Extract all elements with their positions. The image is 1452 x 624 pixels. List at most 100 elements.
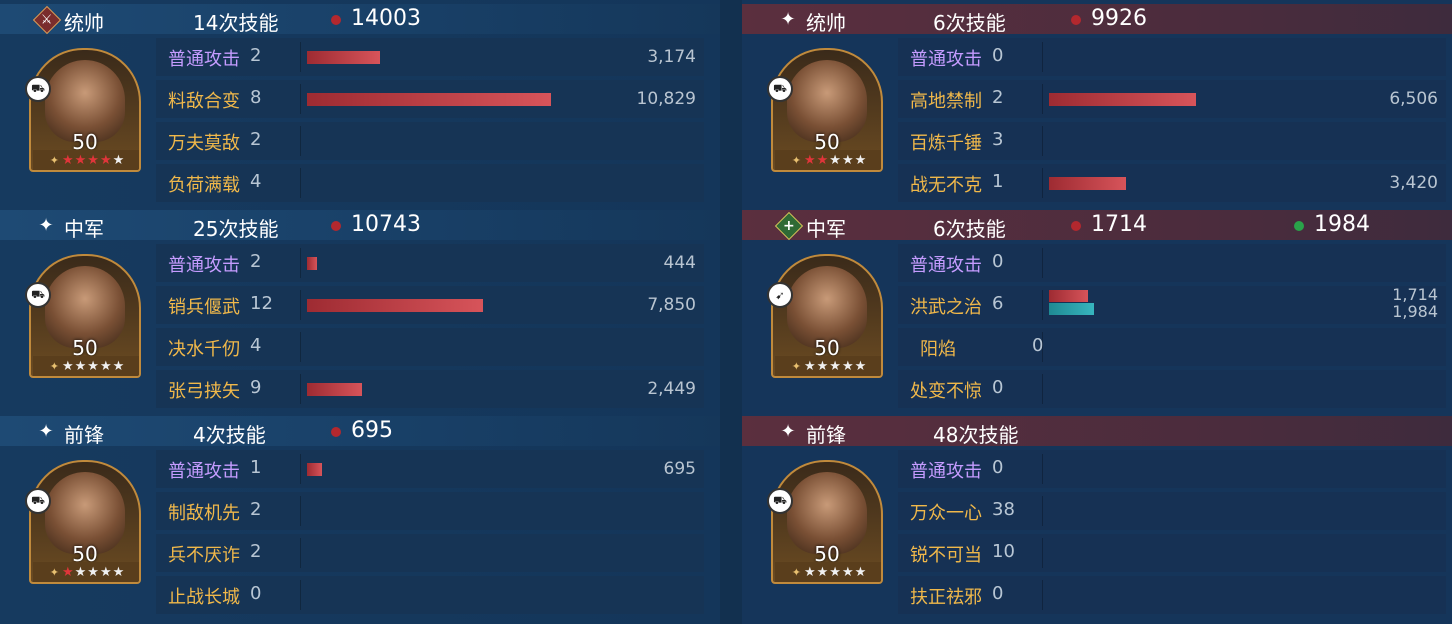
skill-cast-count: 2 [250,45,262,66]
star-icon: ★ [803,564,816,580]
skill-row: 普通攻击 1 695 [156,450,704,488]
skill-row: 制敌机先 2 [156,492,704,530]
star-icon: ★ [829,152,841,168]
damage-bar [307,383,362,396]
column-divider [300,290,301,320]
total-damage: 10743 [351,212,421,237]
skill-name: 兵不厌诈 [168,545,240,566]
skill-row: 销兵偃武 12 7,850 [156,286,704,324]
skill-name: 扶正祛邪 [910,587,982,608]
total-damage: 695 [351,418,393,443]
hero-portrait[interactable]: 50 ✦ ★ ★ ★ ★ ★ ➹ [767,254,883,380]
section-header: ✦ 前锋 48次技能 [742,416,1452,447]
skill-name: 普通攻击 [910,461,982,482]
damage-bar [307,93,551,106]
skill-count: 25次技能 [193,217,279,241]
team-section: ⚔ 统帅 14次技能 14003 50 ✦ ★ ★ ★ ★ ★ ⛟ 普通攻击 2 3,174 料敌合变 8 10,… [0,0,720,206]
skill-row: 扶正祛邪 0 [898,576,1446,614]
skill-name: 阳焰 [920,339,956,360]
skill-cast-count: 2 [250,129,262,150]
skill-cast-count: 2 [250,541,262,562]
tank-icon: ⛟ [767,488,793,514]
skill-cast-count: 1 [250,457,262,478]
hero-portrait[interactable]: 50 ✦ ★ ★ ★ ★ ★ ⛟ [25,48,141,174]
skill-name: 决水千仞 [168,339,240,360]
damage-dot-icon [1071,221,1081,231]
skill-cast-count: 2 [992,87,1004,108]
star-rating: ✦ ★ ★ ★ ★ ★ [775,356,881,376]
right-team-panel: ✦ 统帅 6次技能 9926 50 ✦ ★ ★ ★ ★ ★ ⛟ 普通攻击 0 高地禁制 2 6,506 百炼千锤 3… [742,0,1452,624]
star-icon: ★ [99,358,112,374]
skill-count: 48次技能 [933,423,1019,447]
damage-value: 10,829 [636,89,696,109]
awaken-icon: ✦ [791,565,801,579]
damage-bar [1049,290,1088,302]
column-divider [300,84,301,114]
skill-cast-count: 4 [250,335,262,356]
skill-row: 洪武之治 6 1,714 1,984 [898,286,1446,324]
column-divider [1042,496,1043,526]
damage-value: 3,420 [1389,173,1438,193]
column-divider [300,42,301,72]
section-header: ✦ 前锋 4次技能 695 [0,416,720,447]
skill-count: 6次技能 [933,11,1006,35]
skill-row: 负荷满载 4 [156,164,704,202]
column-divider [1042,332,1043,362]
damage-value: 3,174 [647,47,696,67]
heal-icon: + [774,211,804,241]
awaken-icon: ✦ [791,153,801,167]
heal-bar [1049,303,1094,315]
skill-name: 洪武之治 [910,297,982,318]
column-divider [1042,248,1043,278]
total-heal: 1984 [1314,212,1370,237]
star-icon: ★ [112,152,125,168]
star-icon: ★ [803,152,816,168]
star-icon: ★ [87,358,99,374]
left-team-panel: ⚔ 统帅 14次技能 14003 50 ✦ ★ ★ ★ ★ ★ ⛟ 普通攻击 2 3,174 料敌合变 8 10,… [0,0,720,624]
star-icon: ★ [112,358,125,374]
column-divider [300,168,301,198]
star-icon: ★ [841,152,854,168]
star-rating: ✦ ★ ★ ★ ★ ★ [775,150,881,170]
role-label: 中军 [64,217,104,241]
skill-count: 4次技能 [193,423,266,447]
column-divider [300,538,301,568]
star-icon: ★ [87,152,99,168]
skill-row: 止战长城 0 [156,576,704,614]
column-divider [1042,126,1043,156]
team-section: ✦ 统帅 6次技能 9926 50 ✦ ★ ★ ★ ★ ★ ⛟ 普通攻击 0 高地禁制 2 6,506 百炼千锤 3… [742,0,1452,206]
skill-row: 张弓挟矢 9 2,449 [156,370,704,408]
role-label: 统帅 [806,11,846,35]
star-icon: ★ [829,358,841,374]
sparkle-icon: ✦ [38,214,54,236]
skill-name: 普通攻击 [910,255,982,276]
star-icon: ★ [99,152,112,168]
star-icon: ★ [816,152,829,168]
star-rating: ✦ ★ ★ ★ ★ ★ [33,562,139,582]
skill-name: 料敌合变 [168,91,240,112]
skill-row: 料敌合变 8 10,829 [156,80,704,118]
skill-cast-count: 4 [250,171,262,192]
skill-cast-count: 10 [992,541,1015,562]
hero-portrait[interactable]: 50 ✦ ★ ★ ★ ★ ★ ⛟ [767,460,883,586]
column-divider [1042,42,1043,72]
damage-bar [307,51,380,64]
awaken-icon: ✦ [49,565,59,579]
skill-cast-count: 1 [992,171,1004,192]
skill-name: 高地禁制 [910,91,982,112]
skill-name: 普通攻击 [910,49,982,70]
heal-value: 1,984 [1392,302,1438,321]
star-icon: ★ [841,564,854,580]
hero-portrait[interactable]: 50 ✦ ★ ★ ★ ★ ★ ⛟ [25,460,141,586]
star-icon: ★ [112,564,125,580]
skill-name: 止战长城 [168,587,240,608]
skill-name: 普通攻击 [168,461,240,482]
skill-name: 战无不克 [910,175,982,196]
skill-cast-count: 9 [250,377,262,398]
total-damage: 14003 [351,6,421,31]
star-icon: ★ [841,358,854,374]
hero-portrait[interactable]: 50 ✦ ★ ★ ★ ★ ★ ⛟ [25,254,141,380]
column-divider [1042,290,1043,320]
skill-cast-count: 3 [992,129,1004,150]
hero-portrait[interactable]: 50 ✦ ★ ★ ★ ★ ★ ⛟ [767,48,883,174]
